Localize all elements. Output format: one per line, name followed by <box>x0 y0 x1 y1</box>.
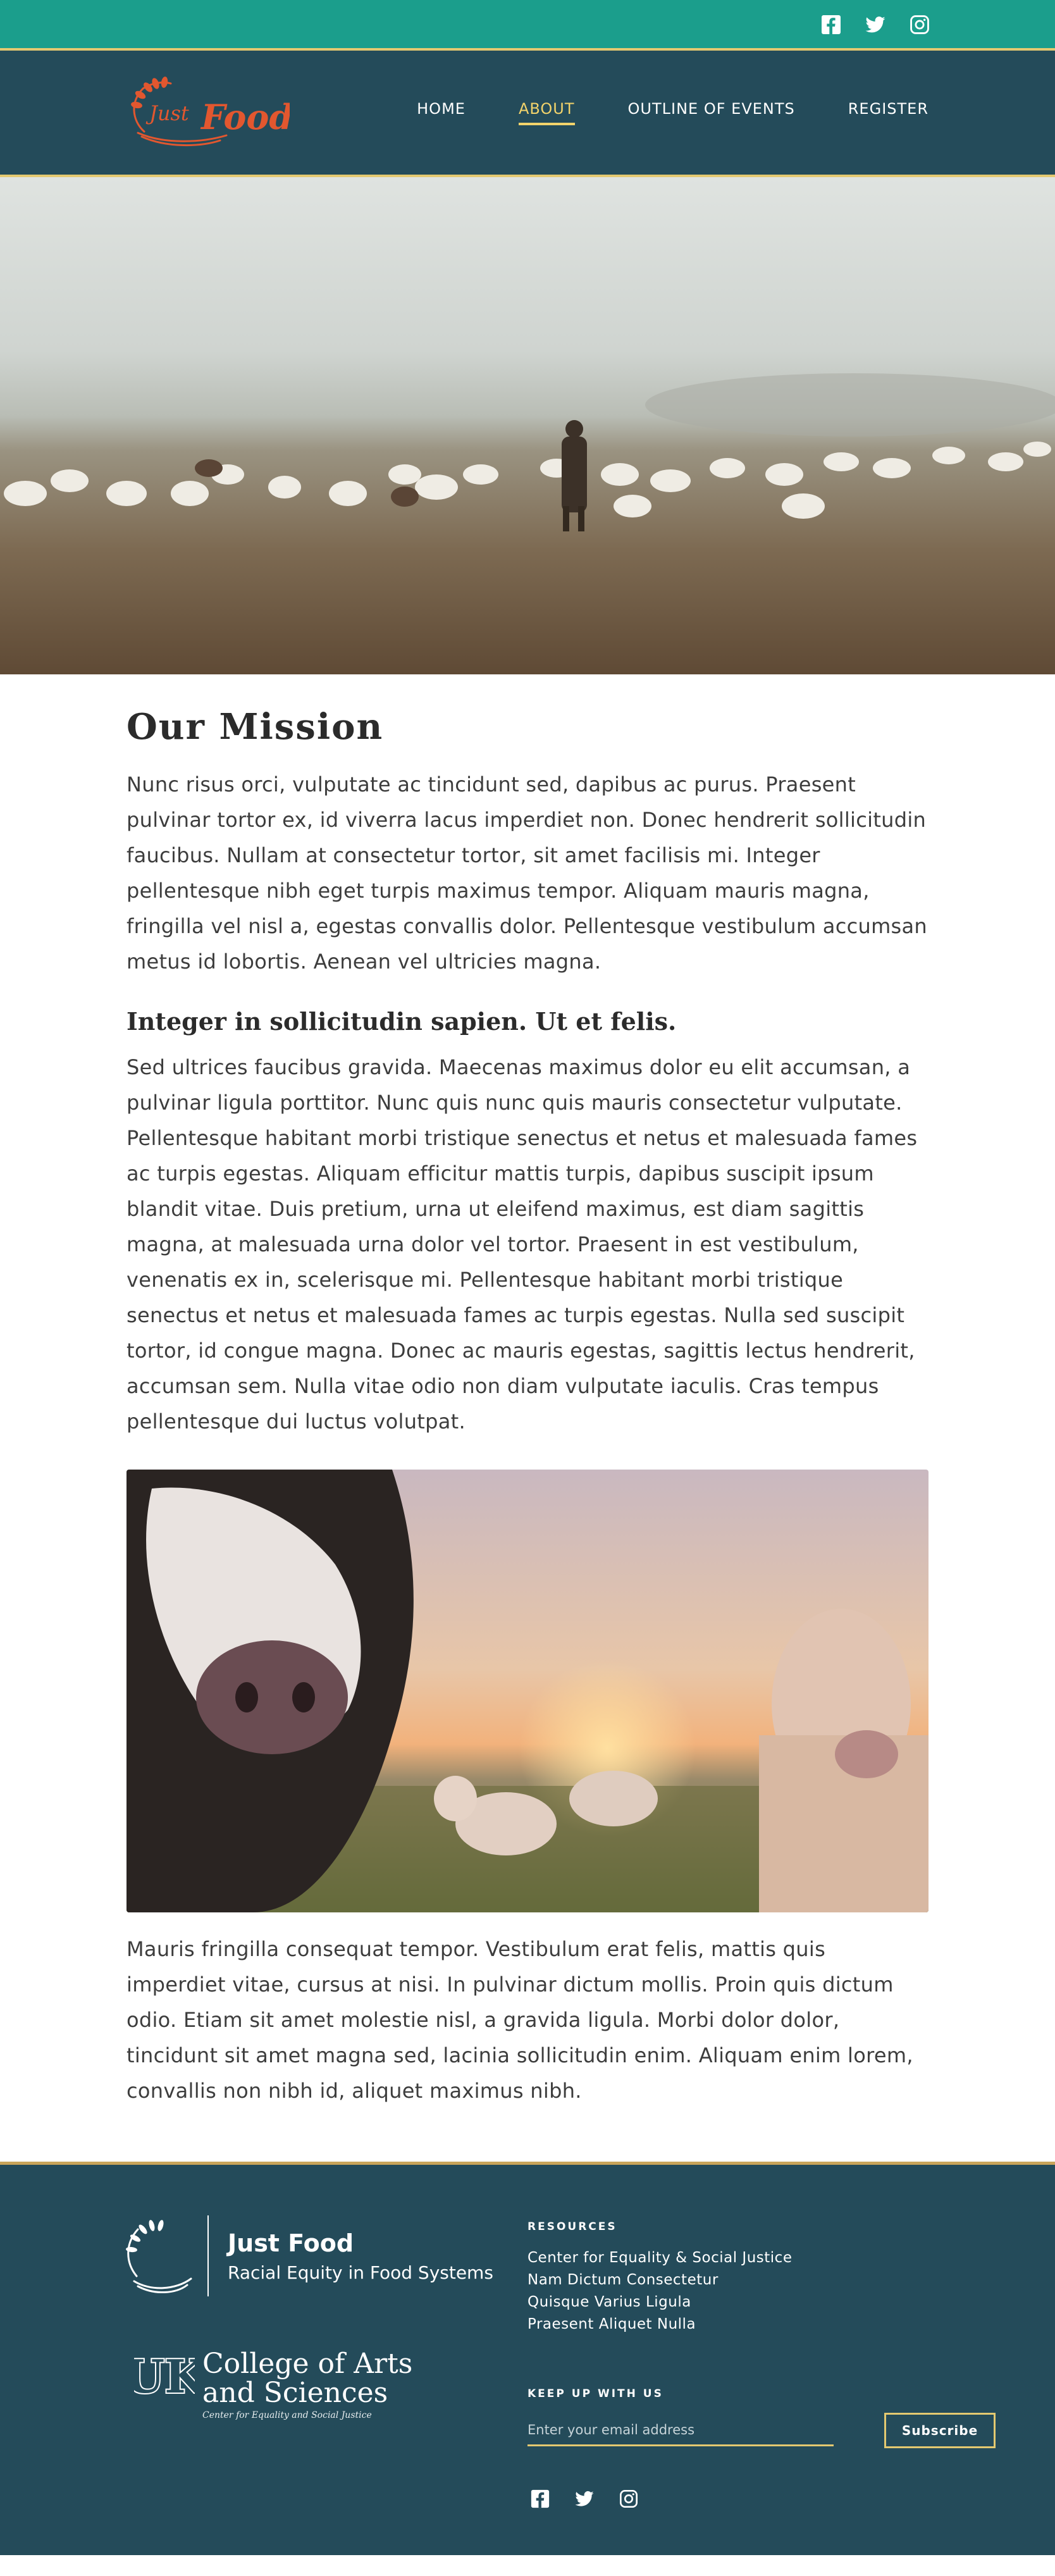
top-social-links <box>820 14 930 35</box>
footer-brand-title: Just Food <box>228 2229 354 2257</box>
nav-home[interactable]: HOME <box>417 100 466 125</box>
footer-brand: Just Food Racial Equity in Food Systems <box>125 2215 493 2296</box>
resources-list: Center for Equality & Social Justice Nam… <box>528 2247 792 2336</box>
resource-link[interactable]: Center for Equality & Social Justice <box>528 2247 792 2269</box>
section-subtitle: Integer in sollicitudin sapien. Ut et fe… <box>126 1007 677 1036</box>
newsletter-heading: KEEP UP WITH US <box>528 2387 663 2400</box>
brand-text: Just Food Racial Equity in Food Systems <box>228 2229 493 2283</box>
nav-outline-of-events[interactable]: OUTLINE OF EVENTS <box>628 100 795 125</box>
twitter-icon[interactable] <box>865 14 886 35</box>
facebook-icon[interactable] <box>820 14 842 35</box>
resource-link[interactable]: Nam Dictum Consectetur <box>528 2269 792 2291</box>
instagram-icon[interactable] <box>619 2489 639 2509</box>
main-content: Our Mission Nunc risus orci, vulputate a… <box>126 674 929 2108</box>
nav-about[interactable]: ABOUT <box>518 100 575 125</box>
logo-script-text: Just <box>145 101 189 125</box>
wheat-wreath-icon <box>125 2218 194 2294</box>
site-footer: Just Food Racial Equity in Food Systems … <box>0 2162 1055 2555</box>
just-food-logo[interactable]: Just Food <box>125 70 293 152</box>
footer-resources: RESOURCES Center for Equality & Social J… <box>528 2220 792 2336</box>
uk-arts-sciences-logo[interactable]: UK College of Arts and Sciences Center f… <box>123 2348 413 2421</box>
uk-tagline: Center for Equality and Social Justice <box>202 2410 372 2420</box>
uk-text: College of Arts and Sciences Center for … <box>202 2348 413 2421</box>
facebook-icon[interactable] <box>530 2489 550 2509</box>
brand-divider <box>207 2215 209 2296</box>
resource-link[interactable]: Quisque Varius Ligula <box>528 2291 792 2313</box>
newsletter-form: Subscribe <box>528 2413 996 2448</box>
instagram-icon[interactable] <box>909 14 930 35</box>
email-field[interactable] <box>528 2415 834 2446</box>
nav-register[interactable]: REGISTER <box>848 100 929 125</box>
mission-paragraph-2: Sed ultrices faucibus gravida. Maecenas … <box>126 1055 918 1434</box>
footer-social-links <box>530 2489 639 2509</box>
footer-newsletter: KEEP UP WITH US Subscribe <box>528 2387 996 2448</box>
uk-line-1: College of Arts <box>202 2348 413 2380</box>
uk-mark-letters: UK <box>134 2350 195 2400</box>
hero-image-sheep <box>0 177 1055 674</box>
cows-photo <box>126 1470 929 1912</box>
page-title: Our Mission <box>126 706 384 748</box>
uk-line-2: and Sciences <box>202 2377 388 2409</box>
uk-mark: UK <box>123 2348 207 2405</box>
footer-brand-subtitle: Racial Equity in Food Systems <box>228 2262 493 2283</box>
site-header: Just Food HOME ABOUT OUTLINE OF EVENTS R… <box>0 51 1055 177</box>
mission-paragraph-1: Nunc risus orci, vulputate ac tincidunt … <box>126 772 928 974</box>
subscribe-button[interactable]: Subscribe <box>884 2413 996 2448</box>
resources-heading: RESOURCES <box>528 2220 617 2233</box>
main-nav: HOME ABOUT OUTLINE OF EVENTS REGISTER <box>364 51 929 175</box>
top-social-bar <box>0 0 1055 51</box>
mission-paragraph-3: Mauris fringilla consequat tempor. Vesti… <box>126 1937 913 2103</box>
twitter-icon[interactable] <box>574 2489 595 2509</box>
logo-main-text: Food <box>200 97 290 137</box>
resource-link[interactable]: Praesent Aliquet Nulla <box>528 2313 792 2336</box>
